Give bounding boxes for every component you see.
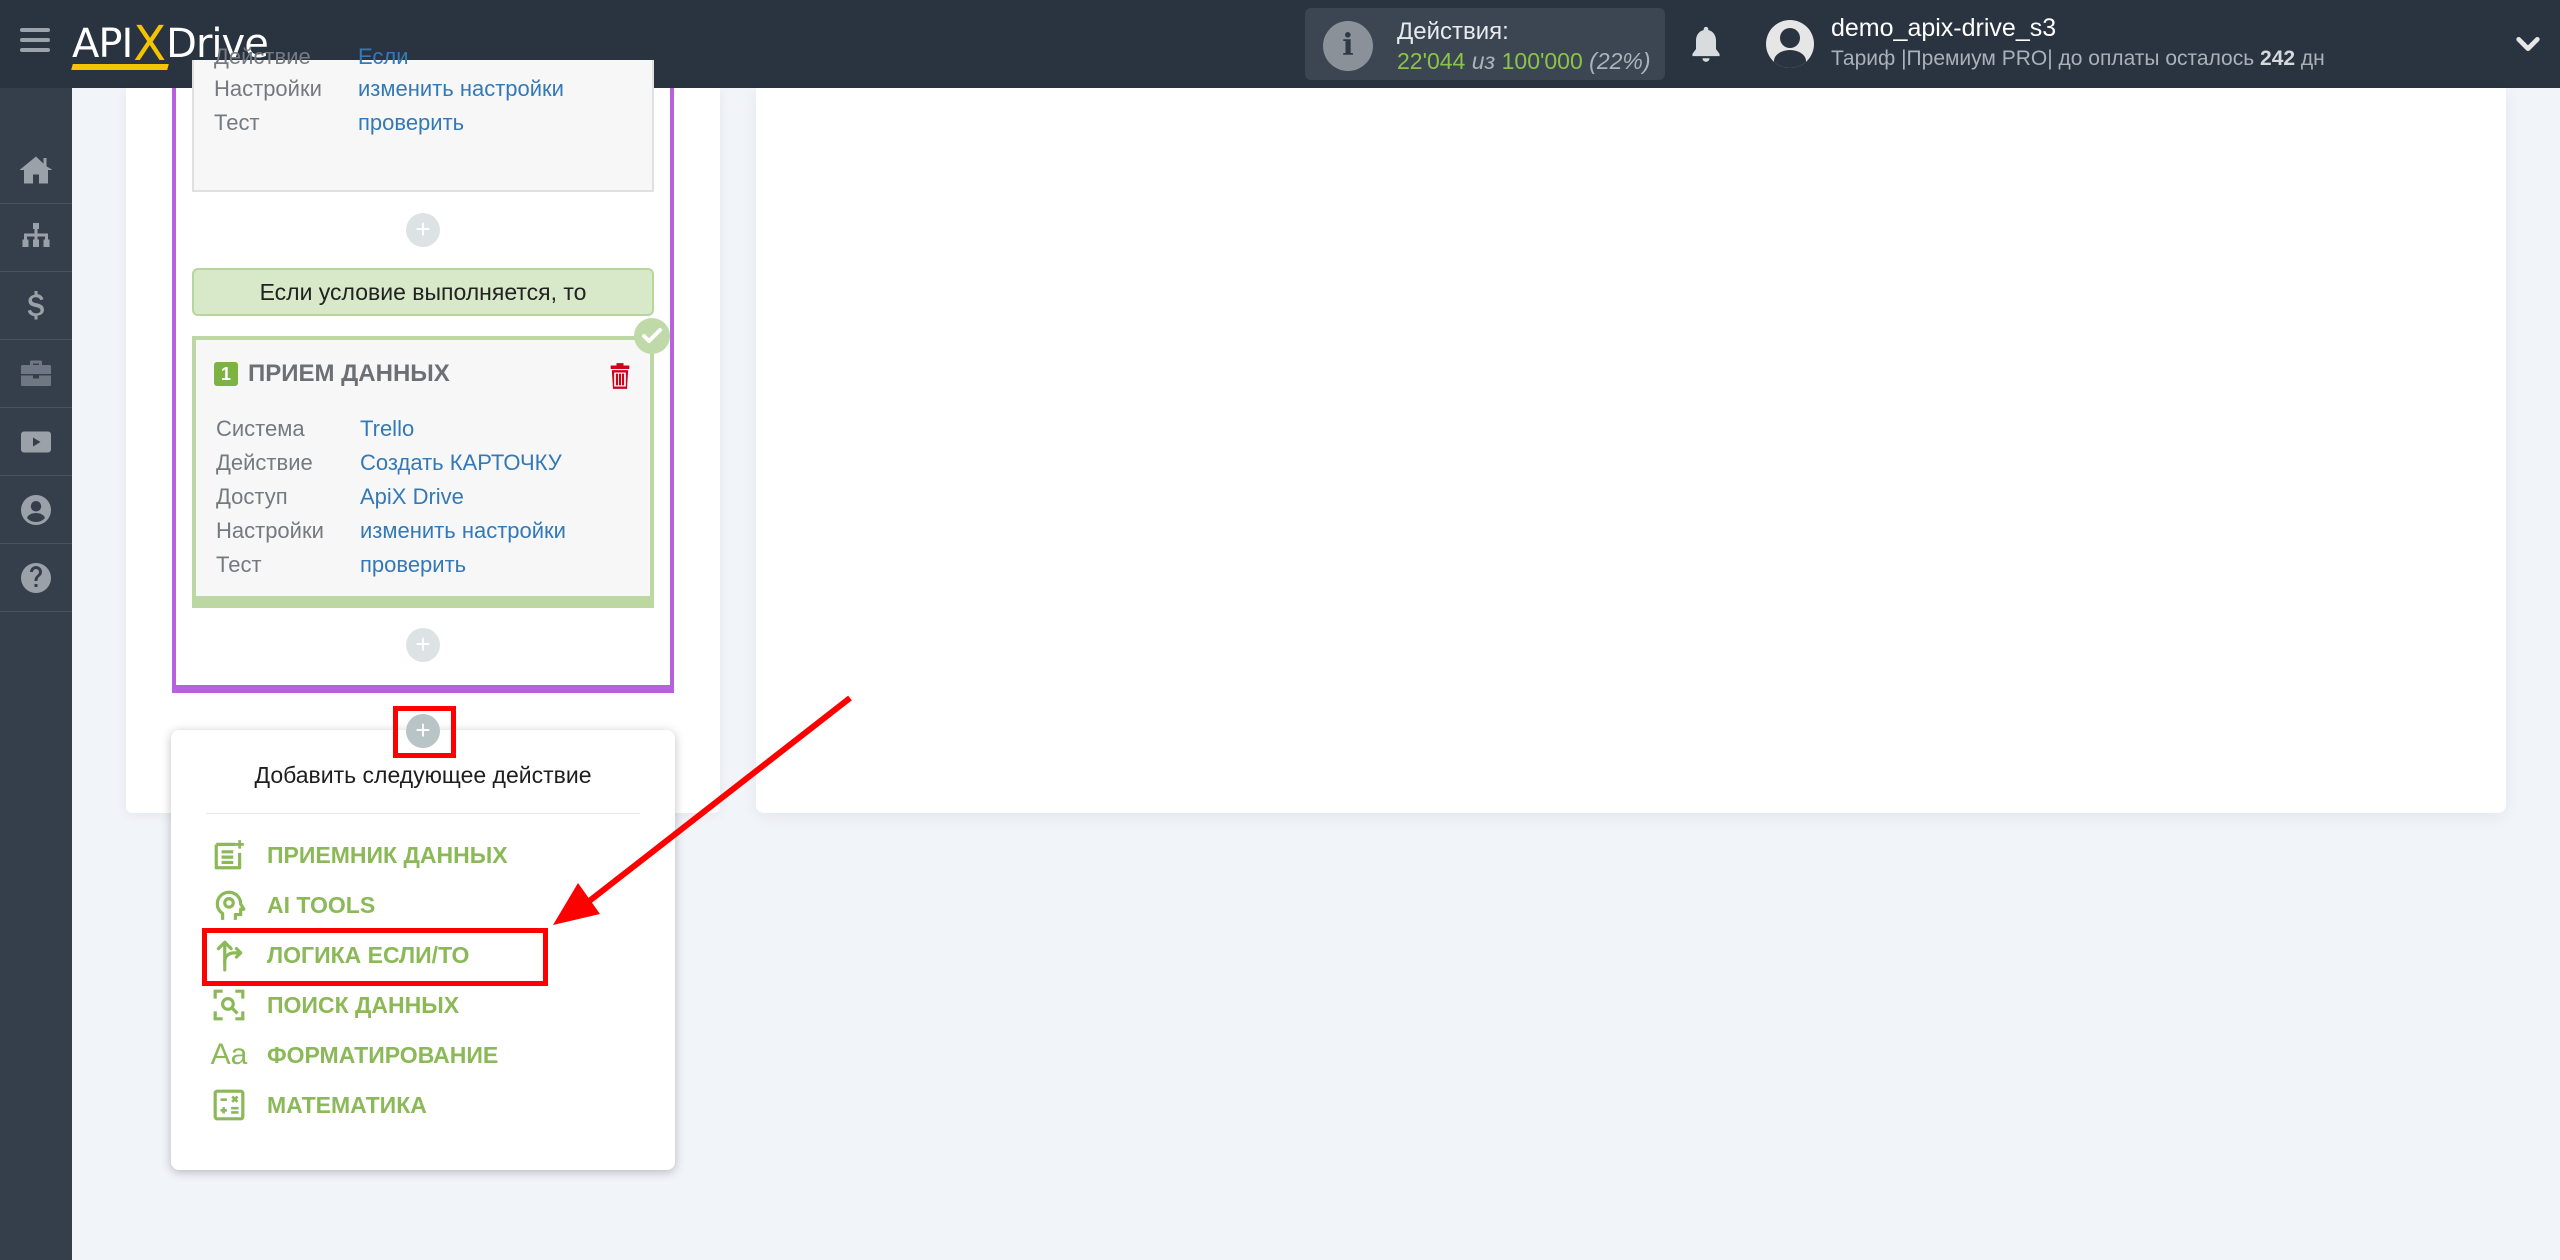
row-value-link[interactable]: Если — [358, 44, 409, 69]
row-key: Настройки — [214, 76, 322, 101]
bell-icon[interactable] — [1688, 24, 1724, 64]
receiver-row: Система Trello — [216, 416, 414, 442]
chevron-down-icon[interactable] — [2514, 30, 2542, 58]
popup-title: Добавить следующее действие — [254, 762, 592, 788]
logic-step-card: Действие Если Настройки изменить настройки… — [192, 44, 654, 192]
receiver-step-card: 1 ПРИЕМ ДАННЫХ Система Trello Действие Соз… — [192, 336, 654, 608]
row-key: Действие — [216, 450, 313, 475]
action-link[interactable]: Создать КАРТОЧКУ — [360, 450, 562, 475]
popup-divider — [206, 813, 640, 814]
add-step-button[interactable]: + — [406, 213, 440, 247]
actions-used: 22'044 — [1397, 48, 1466, 74]
home-icon — [19, 156, 53, 183]
sidebar-item-billing[interactable] — [0, 272, 72, 340]
logo-underline — [71, 64, 169, 70]
logo-api-text: API — [72, 21, 133, 67]
actions-count: 22'044 из 100'000 (22%) — [1397, 48, 1651, 75]
receiver-row: Настройки изменить настройки — [216, 518, 566, 544]
sidebar-item-help[interactable] — [0, 544, 72, 612]
sidebar-item-home[interactable] — [0, 136, 72, 204]
sidebar-item-videos[interactable] — [0, 408, 72, 476]
question-circle-icon — [21, 562, 51, 593]
actions-percent: (22%) — [1589, 48, 1651, 74]
test-link[interactable]: проверить — [358, 110, 464, 135]
sidebar-item-connections[interactable] — [0, 204, 72, 272]
menu-item-label: ПРИЕМНИК ДАННЫХ — [267, 841, 508, 868]
youtube-icon — [21, 431, 51, 452]
row-key: Действие — [214, 44, 311, 69]
change-settings-link[interactable]: изменить настройки — [360, 518, 566, 543]
menu-item-label: ФОРМАТИРОВАНИЕ — [267, 1041, 499, 1068]
format-glyph: Aa — [210, 1038, 248, 1071]
receiver-title: 1 ПРИЕМ ДАННЫХ — [214, 360, 450, 388]
highlight-plus-button — [393, 706, 456, 758]
row-key: Настройки — [216, 518, 324, 543]
actions-total: 100'000 — [1501, 48, 1583, 74]
trash-icon[interactable] — [608, 362, 632, 390]
menu-item-formatting[interactable]: Aa ФОРМАТИРОВАНИЕ — [210, 1035, 499, 1075]
receiver-row: Доступ ApiX Drive — [216, 484, 464, 510]
info-icon: i — [1323, 21, 1373, 71]
condition-true-banner: Если условие выполняется, то — [192, 268, 654, 316]
sidebar-item-tasks[interactable] — [0, 340, 72, 408]
row-key: Тест — [216, 552, 262, 577]
data-receiver-icon — [211, 837, 247, 873]
menu-item-label: AI TOOLS — [267, 891, 376, 918]
user-plan: Тариф |Премиум PRO| до оплаты осталось 2… — [1831, 47, 2325, 71]
step-row: Действие Если — [214, 44, 409, 70]
access-link[interactable]: ApiX Drive — [360, 484, 464, 509]
menu-item-label: ПОИСК ДАННЫХ — [267, 991, 460, 1018]
ai-head-icon — [211, 887, 247, 923]
row-key: Тест — [214, 110, 260, 135]
search-scan-icon — [211, 987, 247, 1023]
menu-item-label: МАТЕМАТИКА — [267, 1091, 427, 1118]
plan-days-suffix: дн — [2300, 47, 2325, 70]
receiver-row: Действие Создать КАРТОЧКУ — [216, 450, 562, 476]
dollar-icon — [27, 290, 44, 319]
sitemap-icon — [22, 222, 50, 247]
highlight-if-then-item — [202, 928, 548, 986]
calculator-icon — [211, 1087, 247, 1123]
change-settings-link[interactable]: изменить настройки — [358, 76, 564, 101]
add-step-button[interactable]: + — [406, 628, 440, 662]
actions-counter[interactable]: i Действия: 22'044 из 100'000 (22%) — [1305, 8, 1665, 80]
actions-of: из — [1471, 48, 1496, 74]
text-format-icon: Aa — [210, 1037, 248, 1073]
settings-panel — [756, 88, 2506, 813]
plan-text: Тариф |Премиум PRO| до оплаты осталось — [1831, 47, 2255, 70]
user-name[interactable]: demo_apix-drive_s3 — [1831, 14, 2056, 43]
step-number-badge: 1 — [214, 362, 238, 386]
menu-burger-icon[interactable] — [20, 28, 50, 58]
check-icon — [634, 318, 670, 354]
step-row: Настройки изменить настройки — [214, 76, 564, 102]
receiver-title-text: ПРИЕМ ДАННЫХ — [248, 360, 450, 387]
menu-item-math[interactable]: МАТЕМАТИКА — [211, 1085, 427, 1125]
menu-item-data-receiver[interactable]: ПРИЕМНИК ДАННЫХ — [211, 835, 508, 875]
sidebar-item-profile[interactable] — [0, 476, 72, 544]
system-link[interactable]: Trello — [360, 416, 414, 441]
test-link[interactable]: проверить — [360, 552, 466, 577]
step-row: Тест проверить — [214, 110, 464, 136]
user-avatar-icon[interactable] — [1766, 20, 1814, 68]
plan-days: 242 — [2260, 47, 2296, 70]
actions-label: Действия: — [1397, 18, 1509, 45]
briefcase-icon — [21, 360, 51, 386]
menu-item-ai-tools[interactable]: AI TOOLS — [211, 885, 375, 925]
receiver-row: Тест проверить — [216, 552, 466, 578]
row-key: Система — [216, 416, 305, 441]
menu-item-data-search[interactable]: ПОИСК ДАННЫХ — [211, 985, 459, 1025]
sidebar — [0, 88, 72, 1260]
row-key: Доступ — [216, 484, 288, 509]
user-circle-icon — [21, 494, 51, 525]
